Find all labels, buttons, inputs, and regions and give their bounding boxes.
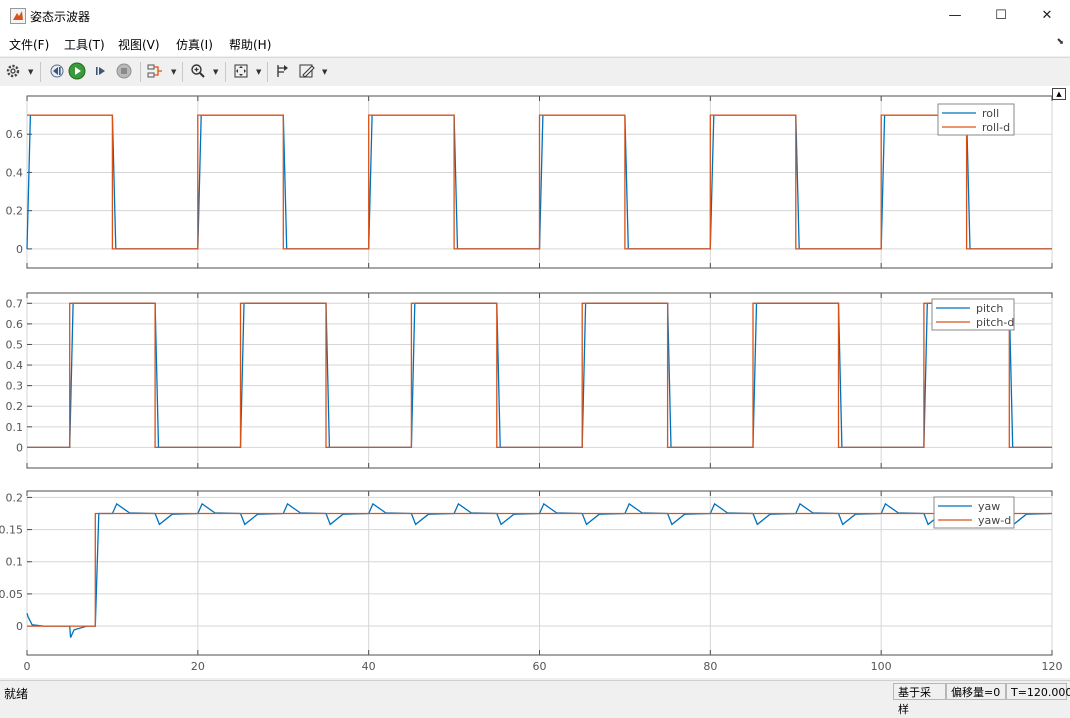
minimize-button[interactable]: — (932, 0, 978, 32)
x-tick-label: 40 (362, 660, 376, 673)
scope-plot-area[interactable]: 0 0.2 0.4 0.6 roll roll-d 0 0.1 0.2 0.3 0.4 0.5 0.6 0… (0, 86, 1070, 678)
legend-label: pitch-d (976, 316, 1014, 329)
sample-based-indicator: 基于采样 (893, 683, 946, 716)
time-indicator: T=120.000 (1006, 683, 1070, 700)
menu-bar: 文件(F) 工具(T) 视图(V) 仿真(I) 帮助(H) ⬊ (0, 32, 1070, 56)
toolbar: ▼ ▼ ▼ ▼ ▼ (0, 57, 1070, 87)
step-back-icon[interactable] (47, 61, 65, 81)
cursor-measure-icon[interactable] (274, 61, 292, 81)
toolbar-separator (40, 62, 41, 82)
chevron-down-icon[interactable]: ▼ (256, 68, 261, 76)
signal-highlight-icon[interactable] (146, 61, 164, 81)
undock-legend-icon[interactable]: ▲ (1052, 88, 1066, 100)
y-tick-label: 0.2 (6, 491, 24, 504)
matlab-app-icon (10, 8, 26, 24)
style-icon[interactable] (298, 61, 316, 81)
legend: rollroll-d (937, 103, 1015, 136)
window-title: 姿态示波器 (30, 10, 91, 24)
legend-label: roll-d (982, 121, 1010, 134)
x-tick-label: 60 (533, 660, 547, 673)
y-tick-label: 0.1 (6, 556, 24, 569)
y-tick-label: 0 (16, 441, 23, 454)
status-text: 就绪 (4, 687, 29, 701)
toolbar-separator (140, 62, 141, 82)
y-tick-label: 0.6 (6, 318, 24, 331)
menu-file[interactable]: 文件(F) (9, 36, 49, 53)
y-tick-label: 0.3 (6, 380, 24, 393)
x-tick-label: 100 (871, 660, 892, 673)
chevron-down-icon[interactable]: ▼ (171, 68, 176, 76)
y-tick-label: 0 (16, 243, 23, 256)
x-tick-label: 0 (24, 660, 31, 673)
yaw-axes: 0 0.05 0.1 0.15 0.2 yawyaw-d (0, 490, 1053, 656)
toolbar-separator (225, 62, 226, 82)
stop-icon[interactable] (115, 61, 133, 81)
y-tick-label: 0.5 (6, 338, 24, 351)
chevron-down-icon[interactable]: ▼ (213, 68, 218, 76)
y-tick-label: 0.15 (0, 524, 23, 537)
y-tick-label: 0.6 (6, 128, 24, 141)
gear-icon[interactable] (4, 61, 22, 81)
legend: yawyaw-d (933, 496, 1015, 529)
menu-view[interactable]: 视图(V) (118, 36, 160, 53)
chevron-down-icon[interactable]: ▼ (322, 68, 327, 76)
fit-to-view-icon[interactable] (232, 61, 250, 81)
menu-tools[interactable]: 工具(T) (64, 36, 105, 53)
y-tick-label: 0.2 (6, 205, 24, 218)
y-tick-label: 0.4 (6, 359, 24, 372)
y-tick-label: 0.4 (6, 166, 24, 179)
legend-label: pitch (976, 302, 1003, 315)
zoom-icon[interactable] (189, 61, 207, 81)
menu-help[interactable]: 帮助(H) (229, 36, 271, 53)
pitch-axes: 0 0.1 0.2 0.3 0.4 0.5 0.6 0.7 pitchpitch-d (6, 292, 1053, 469)
y-tick-label: 0.2 (6, 400, 24, 413)
x-tick-label: 20 (191, 660, 205, 673)
y-tick-label: 0.7 (6, 297, 24, 310)
offset-indicator: 偏移量=0 (946, 683, 1006, 700)
maximize-button[interactable]: ☐ (978, 0, 1024, 32)
y-tick-label: 0 (16, 620, 23, 633)
scope-plots[interactable]: 00.20.40.6rollroll-d00.10.20.30.40.50.60… (0, 86, 1070, 678)
x-tick-label: 120 (1042, 660, 1063, 673)
legend-label: yaw (978, 500, 1000, 513)
close-button[interactable]: ✕ (1024, 0, 1070, 32)
run-icon[interactable] (68, 61, 86, 81)
toolbar-separator (267, 62, 268, 82)
chevron-down-icon[interactable]: ▼ (28, 68, 33, 76)
title-bar: 姿态示波器 — ☐ ✕ (0, 0, 1070, 32)
collapse-menu-icon[interactable]: ⬊ (1056, 37, 1064, 47)
y-tick-label: 0.05 (0, 588, 23, 601)
toolbar-separator (182, 62, 183, 82)
x-tick-label: 80 (703, 660, 717, 673)
legend-label: roll (982, 107, 999, 120)
roll-axes: 0 0.2 0.4 0.6 rollroll-d (6, 95, 1053, 269)
legend: pitchpitch-d (931, 298, 1015, 331)
y-tick-label: 0.1 (6, 421, 24, 434)
step-forward-icon[interactable] (92, 61, 110, 81)
status-bar: 就绪 基于采样 偏移量=0 T=120.000 (0, 680, 1070, 716)
menu-simulation[interactable]: 仿真(I) (176, 36, 213, 53)
legend-label: yaw-d (978, 514, 1011, 527)
